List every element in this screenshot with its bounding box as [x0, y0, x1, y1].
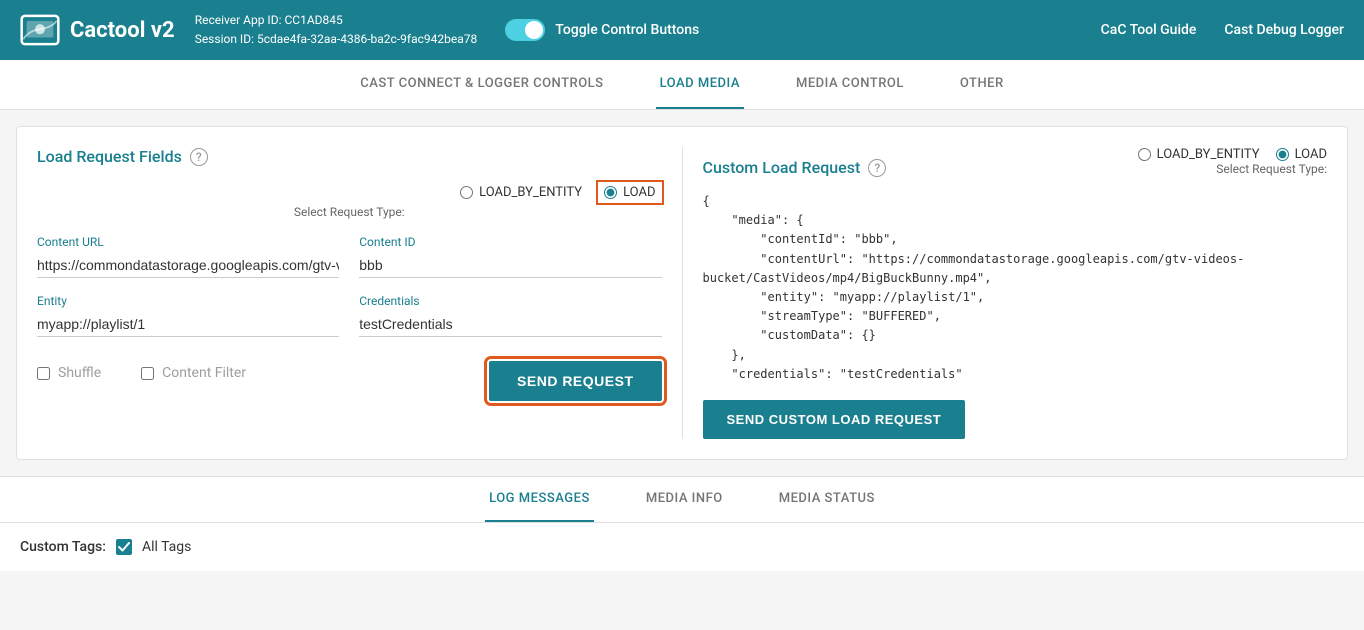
cac-tool-guide-link[interactable]: CaC Tool Guide — [1101, 22, 1197, 38]
cast-debug-logger-link[interactable]: Cast Debug Logger — [1224, 22, 1344, 38]
content-id-label: Content ID — [359, 235, 661, 249]
content-id-input[interactable] — [359, 253, 661, 278]
all-tags-checkbox[interactable] — [116, 539, 132, 555]
logo-text: Cactool v2 — [70, 18, 175, 43]
content-url-group: Content URL — [37, 235, 339, 278]
send-custom-load-request-button[interactable]: SEND CUSTOM LOAD REQUEST — [703, 400, 966, 439]
entity-label: Entity — [37, 294, 339, 308]
entity-group: Entity — [37, 294, 339, 337]
shuffle-checkbox[interactable]: Shuffle — [37, 365, 101, 381]
main-content: Load Request Fields ? LOAD_BY_ENTITY LOA… — [0, 110, 1364, 476]
radio-load-label-left: LOAD — [623, 185, 655, 200]
content-id-group: Content ID — [359, 235, 661, 278]
custom-load-title: Custom Load Request ? — [703, 158, 887, 177]
content-filter-label: Content Filter — [162, 365, 246, 381]
radio-load-by-entity-label-left: LOAD_BY_ENTITY — [479, 185, 582, 200]
send-request-button[interactable]: SEND REQUEST — [489, 361, 661, 401]
shuffle-label: Shuffle — [58, 365, 101, 381]
app-header: Cactool v2 Receiver App ID: CC1AD845 Ses… — [0, 0, 1364, 60]
entity-input[interactable] — [37, 312, 339, 337]
logo-icon — [20, 14, 60, 46]
shuffle-input[interactable] — [37, 367, 50, 380]
credentials-label: Credentials — [359, 294, 661, 308]
load-request-section: Load Request Fields ? LOAD_BY_ENTITY LOA… — [37, 147, 683, 439]
custom-tags-row: Custom Tags: All Tags — [20, 539, 1344, 555]
logo: Cactool v2 — [20, 14, 175, 46]
bottom-section: LOG MESSAGES MEDIA INFO MEDIA STATUS Cus… — [0, 476, 1364, 571]
bottom-nav: LOG MESSAGES MEDIA INFO MEDIA STATUS — [0, 477, 1364, 523]
select-type-label-right: Select Request Type: — [1216, 162, 1327, 176]
custom-load-section: Custom Load Request ? LOAD_BY_ENTITY LOA… — [683, 147, 1328, 439]
load-media-panel: Load Request Fields ? LOAD_BY_ENTITY LOA… — [16, 126, 1348, 460]
content-url-input[interactable] — [37, 253, 339, 278]
custom-tags-label: Custom Tags: — [20, 539, 106, 555]
select-type-label-left: Select Request Type: — [37, 205, 662, 219]
custom-load-title-text: Custom Load Request — [703, 158, 861, 177]
tab-log-messages[interactable]: LOG MESSAGES — [485, 477, 594, 522]
json-preview: { "media": { "contentId": "bbb", "conten… — [703, 192, 1328, 384]
tab-cast-connect[interactable]: CAST CONNECT & LOGGER CONTROLS — [356, 60, 607, 109]
tab-media-info[interactable]: MEDIA INFO — [642, 477, 727, 522]
radio-load-by-entity-right[interactable]: LOAD_BY_ENTITY — [1138, 147, 1260, 162]
content-filter-input[interactable] — [141, 367, 154, 380]
load-request-title-text: Load Request Fields — [37, 147, 182, 166]
toggle-section: Toggle Control Buttons — [505, 19, 699, 41]
session-id: Session ID: 5cdae4fa-32aa-4386-ba2c-9fac… — [195, 30, 478, 49]
main-nav: CAST CONNECT & LOGGER CONTROLS LOAD MEDI… — [0, 60, 1364, 110]
radio-load-by-entity-left[interactable]: LOAD_BY_ENTITY — [460, 185, 582, 200]
load-request-title: Load Request Fields ? — [37, 147, 662, 166]
header-info: Receiver App ID: CC1AD845 Session ID: 5c… — [195, 11, 478, 49]
toggle-label: Toggle Control Buttons — [555, 22, 699, 38]
load-request-help-icon[interactable]: ? — [190, 148, 208, 166]
receiver-app-id: Receiver App ID: CC1AD845 — [195, 11, 478, 30]
radio-load-left[interactable]: LOAD — [598, 182, 661, 203]
all-tags-label: All Tags — [142, 539, 191, 555]
checkmark-icon — [118, 542, 130, 552]
credentials-group: Credentials — [359, 294, 661, 337]
checkboxes-row: Shuffle Content Filter — [37, 365, 246, 381]
fields-row-bottom: Entity Credentials — [37, 294, 662, 353]
content-filter-checkbox[interactable]: Content Filter — [141, 365, 246, 381]
content-url-label: Content URL — [37, 235, 339, 249]
tab-load-media[interactable]: LOAD MEDIA — [656, 60, 744, 109]
radio-load-by-entity-label-right: LOAD_BY_ENTITY — [1157, 147, 1260, 162]
radio-load-label-right: LOAD — [1295, 147, 1327, 162]
custom-load-help-icon[interactable]: ? — [868, 159, 886, 177]
toggle-control-buttons[interactable] — [505, 19, 545, 41]
radio-load-right[interactable]: LOAD — [1276, 147, 1327, 162]
tab-other[interactable]: OTHER — [956, 60, 1008, 109]
fields-row-top: Content URL Content ID — [37, 235, 662, 294]
header-links: CaC Tool Guide Cast Debug Logger — [1101, 22, 1344, 38]
bottom-content: Custom Tags: All Tags — [0, 523, 1364, 571]
credentials-input[interactable] — [359, 312, 661, 337]
tab-media-status[interactable]: MEDIA STATUS — [775, 477, 879, 522]
tab-media-control[interactable]: MEDIA CONTROL — [792, 60, 908, 109]
